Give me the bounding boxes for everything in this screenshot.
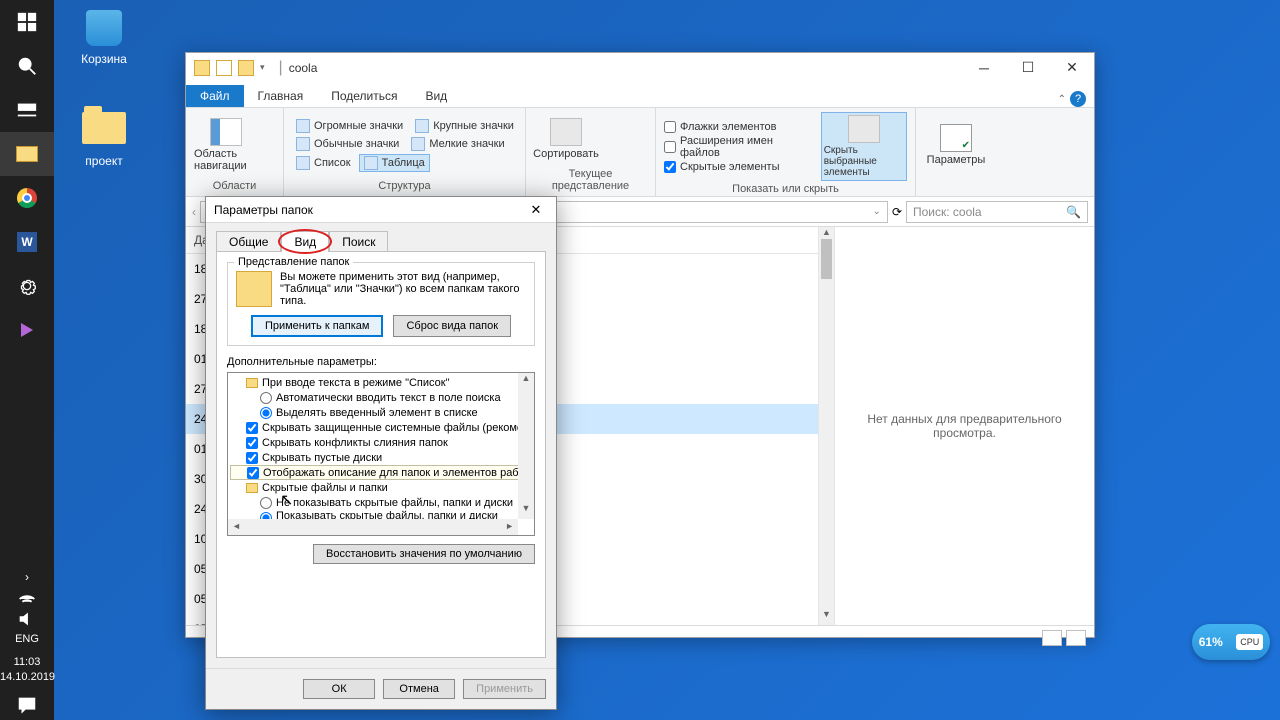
hidden-items[interactable]: Скрытые элементы <box>664 161 813 173</box>
back-button[interactable]: ‹ <box>192 205 196 219</box>
scrollbar-vertical[interactable]: ▲▼ <box>818 227 834 625</box>
project-folder[interactable]: проект <box>66 108 142 168</box>
ribbon: Область навигации Области Огромные значк… <box>186 107 1094 197</box>
tab-view-settings[interactable]: Вид <box>281 231 329 252</box>
options-button[interactable]: ✔Параметры <box>924 124 988 166</box>
cancel-button[interactable]: Отмена <box>383 679 455 699</box>
dialog-title: Параметры папок <box>214 203 313 217</box>
titlebar: ▾ | coola ─ ☐ ✕ <box>186 53 1094 83</box>
tree-hide-empty[interactable]: Скрывать пустые диски <box>230 450 532 465</box>
start-button[interactable] <box>0 0 54 44</box>
dialog-titlebar: Параметры папок ✕ <box>206 197 556 223</box>
folder-icon <box>194 60 210 76</box>
tab-general[interactable]: Общие <box>216 231 281 252</box>
apply-to-folders-button[interactable]: Применить к папкам <box>251 315 384 337</box>
tab-share[interactable]: Поделиться <box>317 85 411 107</box>
chrome-icon[interactable] <box>0 176 54 220</box>
tree-auto-search[interactable]: Автоматически вводить текст в поле поиск… <box>230 390 532 405</box>
search-icon-small: 🔍 <box>1066 205 1081 219</box>
search-input[interactable]: Поиск: coola 🔍 <box>906 201 1088 223</box>
help-icon[interactable]: ? <box>1070 91 1086 107</box>
tree-hide-protected[interactable]: Скрывать защищенные системные файлы (рек… <box>230 420 532 435</box>
restore-defaults-button[interactable]: Восстановить значения по умолчанию <box>313 544 535 564</box>
cpu-widget[interactable]: 61% CPU <box>1192 624 1270 660</box>
hide-selected-button[interactable]: Скрыть выбранные элементы <box>821 112 907 181</box>
details-view-toggle[interactable] <box>1042 630 1062 646</box>
clock[interactable]: 11:0314.10.2019 <box>0 649 54 690</box>
search-icon[interactable] <box>0 44 54 88</box>
tree-dont-show-hidden[interactable]: Не показывать скрытые файлы, папки и дис… <box>230 495 532 510</box>
tree-input-list: При вводе текста в режиме "Список" <box>230 375 532 390</box>
folder-view-group: Представление папок Вы можете применить … <box>227 262 535 346</box>
tree-hide-conflicts[interactable]: Скрывать конфликты слияния папок <box>230 435 532 450</box>
cpu-percent: 61% <box>1199 635 1223 649</box>
recycle-bin[interactable]: Корзина <box>66 10 142 66</box>
word-icon[interactable]: W <box>0 220 54 264</box>
qat-icon[interactable] <box>216 60 232 76</box>
action-center-icon[interactable] <box>0 690 54 720</box>
language-indicator[interactable]: ENG <box>0 629 54 649</box>
cpu-label: CPU <box>1236 634 1263 650</box>
expand-icon[interactable]: › <box>0 565 54 589</box>
tree-highlight[interactable]: Выделять введенный элемент в списке <box>230 405 532 420</box>
folder-options-dialog: Параметры папок ✕ Общие Вид Поиск Предст… <box>205 196 557 710</box>
apply-button[interactable]: Применить <box>463 679 546 699</box>
advanced-settings-tree[interactable]: При вводе текста в режиме "Список" Автом… <box>227 372 535 536</box>
explorer-taskbar-icon[interactable] <box>0 132 54 176</box>
recycle-bin-label: Корзина <box>66 52 142 66</box>
task-view-icon[interactable] <box>0 88 54 132</box>
minimize-button[interactable]: ─ <box>962 54 1006 82</box>
ribbon-collapse-icon[interactable]: ⌃ <box>1058 94 1066 105</box>
dialog-close-button[interactable]: ✕ <box>524 202 548 218</box>
tree-show-desc[interactable]: Отображать описание для папок и элементо… <box>230 465 532 480</box>
maximize-button[interactable]: ☐ <box>1006 54 1050 82</box>
huge-icons[interactable]: Огромные значки <box>292 118 407 134</box>
tab-file[interactable]: Файл <box>186 85 244 107</box>
list-view[interactable]: Список <box>292 154 355 172</box>
settings-icon[interactable] <box>0 264 54 308</box>
tree-hidden-files: Скрытые файлы и папки <box>230 480 532 495</box>
reset-folders-button[interactable]: Сброс вида папок <box>393 315 511 337</box>
large-icons[interactable]: Крупные значки <box>411 118 518 134</box>
icons-view-toggle[interactable] <box>1066 630 1086 646</box>
tab-home[interactable]: Главная <box>244 85 318 107</box>
ribbon-tabs: Файл Главная Поделиться Вид ⌃ ? <box>186 83 1094 107</box>
tab-search[interactable]: Поиск <box>329 231 388 252</box>
media-icon[interactable] <box>0 308 54 352</box>
file-extensions[interactable]: Расширения имен файлов <box>664 135 813 159</box>
volume-icon[interactable] <box>0 609 54 629</box>
qat-icon-2[interactable] <box>238 60 254 76</box>
navigation-pane-button[interactable]: Область навигации <box>194 118 258 172</box>
sort-button[interactable]: Сортировать <box>534 118 598 160</box>
ok-button[interactable]: ОК <box>303 679 375 699</box>
project-folder-label: проект <box>66 154 142 168</box>
tree-scrollbar-h[interactable]: ◄► <box>228 519 518 535</box>
small-icons[interactable]: Мелкие значки <box>407 136 508 152</box>
medium-icons[interactable]: Обычные значки <box>292 136 403 152</box>
refresh-button[interactable]: ⟳ <box>892 205 902 219</box>
close-button[interactable]: ✕ <box>1050 54 1094 82</box>
preview-pane: Нет данных для предварительного просмотр… <box>834 227 1094 625</box>
folder-icon <box>236 271 272 307</box>
tree-scrollbar-v[interactable]: ▲▼ <box>518 373 534 519</box>
tab-view[interactable]: Вид <box>411 85 461 107</box>
advanced-label: Дополнительные параметры: <box>227 356 535 368</box>
window-title: coola <box>289 61 318 75</box>
details-view[interactable]: Таблица <box>359 154 430 172</box>
item-checkboxes[interactable]: Флажки элементов <box>664 121 813 133</box>
taskbar: W › ENG 11:0314.10.2019 <box>0 0 54 720</box>
wifi-icon[interactable] <box>0 589 54 609</box>
